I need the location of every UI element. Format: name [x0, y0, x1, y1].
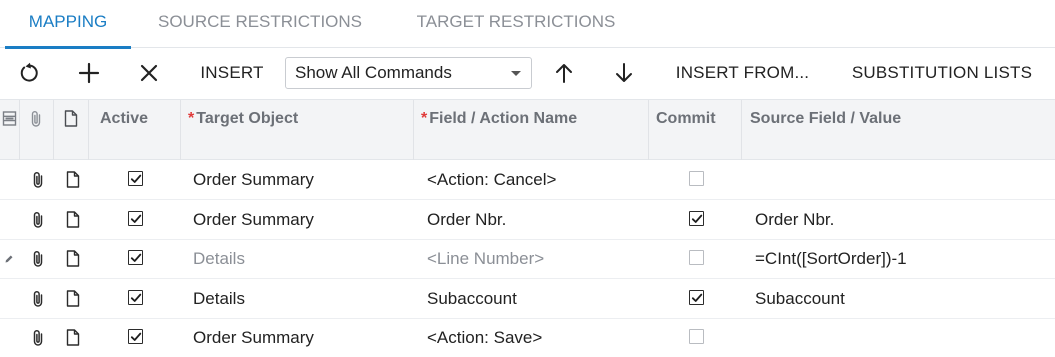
- tab-target-restrictions[interactable]: TARGET RESTRICTIONS: [398, 0, 634, 48]
- target-object-cell[interactable]: Details: [193, 239, 245, 279]
- refresh-button[interactable]: [12, 48, 46, 98]
- plus-icon: [78, 62, 100, 84]
- active-checkbox[interactable]: [128, 329, 143, 344]
- arrow-up-icon: [556, 64, 572, 83]
- substitution-lists-label: SUBSTITUTION LISTS: [851, 63, 1033, 82]
- field-action-cell[interactable]: <Action: Cancel>: [427, 160, 556, 200]
- commit-checkbox[interactable]: [689, 289, 704, 305]
- header-commit-label: Commit: [656, 110, 716, 127]
- command-filter-select[interactable]: Show All Commands: [285, 57, 532, 89]
- field-action-cell[interactable]: <Line Number>: [427, 239, 544, 279]
- tab-source-restrictions[interactable]: SOURCE RESTRICTIONS: [140, 0, 380, 48]
- header-commit[interactable]: Commit: [649, 100, 742, 160]
- required-marker: *: [421, 110, 428, 127]
- insert-button[interactable]: INSERT: [192, 48, 272, 98]
- active-checkbox[interactable]: [128, 171, 143, 186]
- table-row[interactable]: Order Summary <Action: Save>: [0, 318, 1055, 357]
- active-checkbox[interactable]: [128, 250, 143, 265]
- tab-mapping[interactable]: MAPPING: [5, 0, 131, 49]
- header-row-selector[interactable]: [0, 100, 20, 160]
- move-up-button[interactable]: [548, 48, 580, 98]
- header-source-field-value[interactable]: Source Field / Value: [742, 100, 1055, 160]
- header-source-field-label: Source Field / Value: [750, 110, 902, 127]
- note-icon[interactable]: [66, 210, 80, 228]
- commit-checkbox[interactable]: [689, 171, 704, 186]
- add-row-button[interactable]: [72, 48, 106, 98]
- note-icon[interactable]: [66, 250, 80, 267]
- tab-bar: MAPPING SOURCE RESTRICTIONS TARGET RESTR…: [0, 0, 1055, 49]
- insert-from-label: INSERT FROM...: [675, 63, 810, 82]
- insert-from-button[interactable]: INSERT FROM...: [665, 48, 820, 98]
- insert-label: INSERT: [200, 63, 264, 82]
- active-checkbox[interactable]: [128, 210, 143, 226]
- header-target-object-label: Target Object: [196, 110, 299, 127]
- header-field-action-label: Field / Action Name: [429, 110, 578, 127]
- commit-checkbox[interactable]: [689, 250, 704, 265]
- note-icon: [64, 110, 78, 127]
- target-object-cell[interactable]: Order Summary: [193, 160, 314, 200]
- grid-header: Active * Target Object * Field / Action Na…: [0, 99, 1055, 160]
- paperclip-icon[interactable]: [31, 171, 45, 189]
- commit-checkbox[interactable]: [689, 329, 704, 344]
- paperclip-icon[interactable]: [31, 211, 45, 229]
- paperclip-icon[interactable]: [31, 290, 45, 308]
- note-icon[interactable]: [66, 329, 80, 346]
- header-active[interactable]: Active: [89, 100, 181, 160]
- paperclip-icon: [31, 111, 41, 127]
- source-field-value-cell[interactable]: Subaccount: [755, 279, 845, 319]
- arrow-down-icon: [616, 63, 632, 82]
- command-filter-value: Show All Commands: [295, 63, 452, 82]
- header-target-object[interactable]: * Target Object: [181, 100, 414, 160]
- header-field-action-name[interactable]: * Field / Action Name: [414, 100, 649, 160]
- table-row[interactable]: Order Summary <Action: Cancel>: [0, 160, 1055, 200]
- table-row[interactable]: Details <Line Number> =CInt([SortOrder])-1: [0, 239, 1055, 279]
- field-action-cell[interactable]: Order Nbr.: [427, 200, 506, 240]
- table-row[interactable]: Details Subaccount Subaccount: [0, 279, 1055, 319]
- source-field-value-cell[interactable]: =CInt([SortOrder])-1: [755, 239, 907, 279]
- source-field-value-cell[interactable]: Order Nbr.: [755, 200, 834, 240]
- refresh-icon: [20, 62, 38, 82]
- note-icon[interactable]: [66, 171, 80, 188]
- target-object-cell[interactable]: Details: [193, 279, 245, 319]
- header-target-object-text: * Target Object: [188, 110, 298, 128]
- target-object-cell[interactable]: Order Summary: [193, 200, 314, 240]
- table-row[interactable]: Order Summary Order Nbr. Order Nbr.: [0, 200, 1055, 240]
- required-marker: *: [188, 110, 195, 127]
- header-notes[interactable]: [54, 100, 89, 160]
- pencil-icon: [5, 255, 13, 263]
- chevron-down-icon: [511, 71, 521, 76]
- move-down-button[interactable]: [608, 48, 640, 98]
- mapping-grid: Active * Target Object * Field / Action Na…: [0, 99, 1055, 357]
- substitution-lists-button[interactable]: SUBSTITUTION LISTS: [840, 48, 1044, 98]
- header-attachments[interactable]: [20, 100, 54, 160]
- paperclip-icon[interactable]: [31, 329, 45, 347]
- target-object-cell[interactable]: Order Summary: [193, 318, 314, 357]
- paperclip-icon[interactable]: [31, 250, 45, 268]
- header-field-action-text: * Field / Action Name: [421, 110, 577, 128]
- header-active-label: Active: [100, 110, 149, 127]
- close-icon: [140, 64, 158, 82]
- field-action-cell[interactable]: <Action: Save>: [427, 318, 542, 357]
- field-action-cell[interactable]: Subaccount: [427, 279, 517, 319]
- note-icon[interactable]: [66, 289, 80, 307]
- toolbar: INSERT Show All Commands INSERT FROM... …: [0, 48, 1055, 98]
- commit-checkbox[interactable]: [689, 210, 704, 226]
- grid-settings-icon: [2, 111, 17, 126]
- delete-row-button[interactable]: [132, 48, 166, 98]
- active-checkbox[interactable]: [128, 289, 143, 305]
